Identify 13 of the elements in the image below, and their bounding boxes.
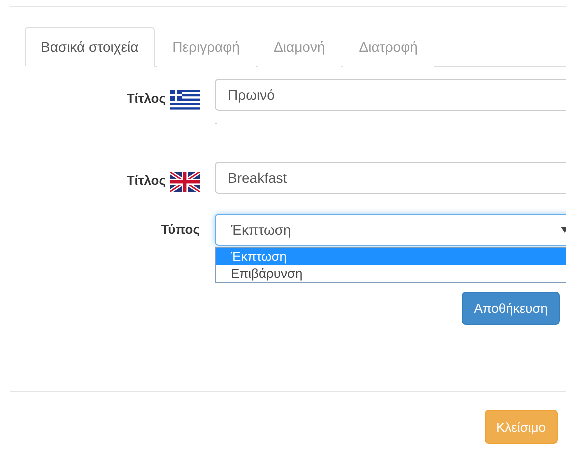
uk-flag-icon	[170, 172, 200, 192]
save-button[interactable]: Αποθήκευση	[462, 292, 560, 325]
dropdown-option[interactable]: Έκπτωση	[216, 248, 566, 265]
field-label: Τύπος	[161, 221, 200, 239]
field-label: Τίτλος	[126, 90, 166, 108]
text-input[interactable]: Breakfast	[215, 162, 566, 194]
field-label: Τίτλος	[126, 172, 166, 190]
text-input[interactable]: Πρωινό	[215, 79, 566, 111]
greek-flag-icon	[170, 90, 200, 110]
type-select[interactable]: Έκπτωση	[215, 214, 566, 246]
tab[interactable]: Βασικά στοιχεία	[25, 27, 155, 67]
close-button[interactable]: Κλείσιμο	[484, 410, 558, 444]
note-text: .	[215, 115, 218, 127]
